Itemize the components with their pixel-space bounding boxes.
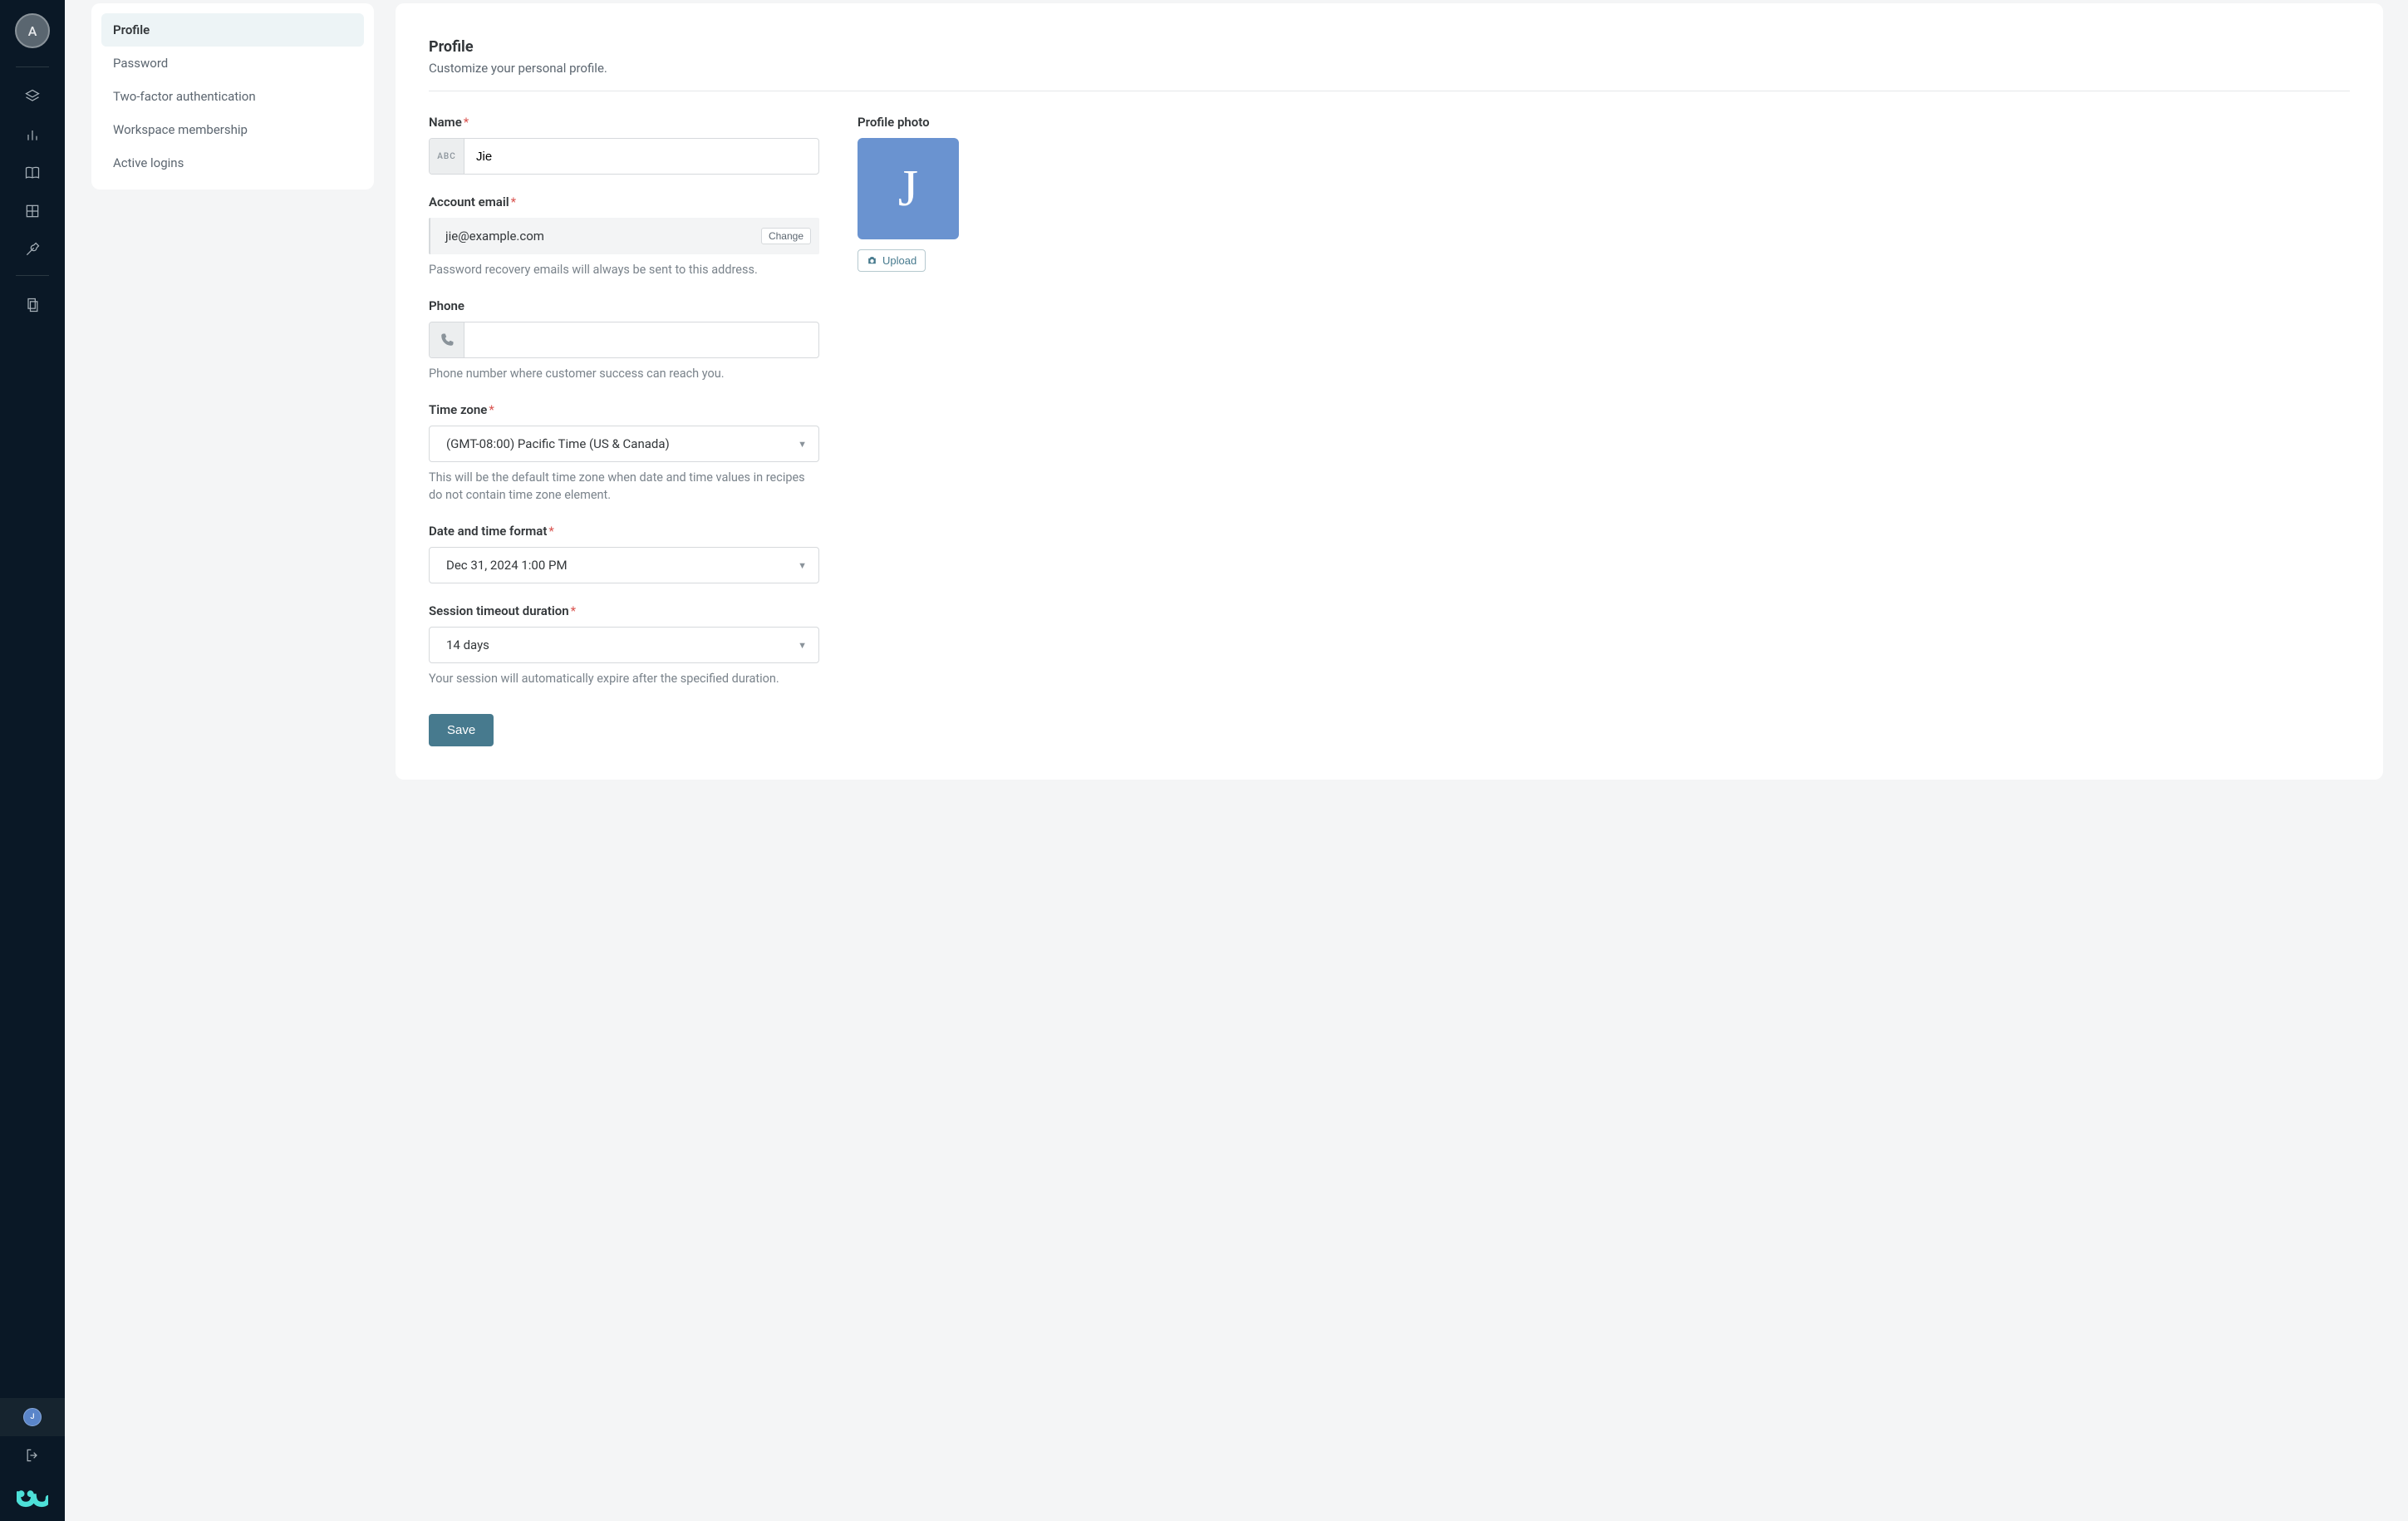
required-marker: * — [571, 603, 576, 618]
name-label: Name* — [429, 115, 819, 130]
user-avatar-small: J — [23, 1408, 42, 1426]
nav-user-profile[interactable]: J — [0, 1398, 65, 1436]
settings-nav-profile[interactable]: Profile — [101, 13, 364, 47]
timezone-select[interactable]: (GMT-08:00) Pacific Time (US & Canada) ▼ — [429, 426, 819, 462]
field-session: Session timeout duration* 14 days ▼ Your… — [429, 603, 819, 687]
settings-nav-label: Active logins — [113, 155, 184, 170]
session-select[interactable]: 14 days ▼ — [429, 627, 819, 663]
upload-label: Upload — [882, 254, 917, 267]
profile-photo: J — [858, 138, 959, 239]
nav-library[interactable] — [0, 154, 65, 192]
settings-nav-label: Password — [113, 56, 168, 71]
nav-data[interactable] — [0, 192, 65, 230]
session-value: 14 days — [446, 637, 798, 652]
email-label: Account email* — [429, 194, 819, 209]
required-marker: * — [464, 115, 469, 130]
settings-nav-password[interactable]: Password — [101, 47, 364, 80]
nav-dashboard[interactable] — [0, 116, 65, 154]
timezone-help: This will be the default time zone when … — [429, 469, 819, 504]
caret-down-icon: ▼ — [798, 560, 807, 571]
settings-nav-workspace[interactable]: Workspace membership — [101, 113, 364, 146]
timezone-label: Time zone* — [429, 402, 819, 417]
field-name: Name* ABC — [429, 115, 819, 175]
photo-initial: J — [898, 160, 918, 219]
brand-logo — [0, 1474, 65, 1521]
text-type-icon: ABC — [430, 139, 464, 174]
settings-nav: Profile Password Two-factor authenticati… — [91, 3, 374, 190]
bar-chart-icon — [24, 126, 41, 143]
email-readonly: jie@example.com Change — [429, 218, 819, 254]
caret-down-icon: ▼ — [798, 439, 807, 450]
nav-logout[interactable] — [0, 1436, 65, 1474]
phone-label: Phone — [429, 298, 819, 313]
timezone-value: (GMT-08:00) Pacific Time (US & Canada) — [446, 436, 798, 451]
phone-help: Phone number where customer success can … — [429, 365, 819, 382]
name-input[interactable] — [464, 139, 818, 174]
sidebar-divider — [16, 66, 49, 67]
field-timezone: Time zone* (GMT-08:00) Pacific Time (US … — [429, 402, 819, 504]
field-phone: Phone Phone number where customer succes… — [429, 298, 819, 382]
save-button[interactable]: Save — [429, 714, 494, 746]
page-subtitle: Customize your personal profile. — [429, 61, 2350, 76]
caret-down-icon: ▼ — [798, 640, 807, 651]
email-value: jie@example.com — [445, 229, 761, 244]
datetime-value: Dec 31, 2024 1:00 PM — [446, 558, 798, 573]
settings-nav-logins[interactable]: Active logins — [101, 146, 364, 180]
grid-icon — [24, 203, 41, 219]
datetime-label: Date and time format* — [429, 524, 819, 539]
book-icon — [24, 165, 41, 181]
nav-projects[interactable] — [0, 77, 65, 116]
workspace-avatar[interactable]: A — [15, 13, 50, 48]
document-icon — [24, 297, 41, 313]
photo-label: Profile photo — [858, 115, 966, 130]
workato-logo-icon — [17, 1488, 48, 1508]
page-title: Profile — [429, 38, 2350, 56]
settings-nav-label: Two-factor authentication — [113, 89, 256, 104]
datetime-select[interactable]: Dec 31, 2024 1:00 PM ▼ — [429, 547, 819, 583]
change-email-button[interactable]: Change — [761, 228, 811, 244]
field-datetime: Date and time format* Dec 31, 2024 1:00 … — [429, 524, 819, 583]
email-help: Password recovery emails will always be … — [429, 261, 819, 278]
required-marker: * — [511, 194, 516, 209]
required-marker: * — [489, 402, 494, 417]
nav-tools[interactable] — [0, 230, 65, 268]
camera-icon — [867, 255, 877, 266]
logout-icon — [24, 1447, 41, 1464]
layers-icon — [24, 88, 41, 105]
phone-input[interactable] — [464, 322, 818, 357]
field-email: Account email* jie@example.com Change Pa… — [429, 194, 819, 278]
settings-nav-2fa[interactable]: Two-factor authentication — [101, 80, 364, 113]
user-avatar-letter: J — [30, 1413, 34, 1421]
session-help: Your session will automatically expire a… — [429, 670, 819, 687]
settings-nav-label: Profile — [113, 22, 150, 37]
workspace-avatar-letter: A — [28, 23, 37, 39]
settings-nav-label: Workspace membership — [113, 122, 248, 137]
sidebar-divider — [16, 275, 49, 276]
session-label: Session timeout duration* — [429, 603, 819, 618]
required-marker: * — [548, 524, 553, 539]
upload-button[interactable]: Upload — [858, 249, 926, 272]
wrench-icon — [24, 241, 41, 258]
profile-card: Profile Customize your personal profile.… — [396, 3, 2383, 780]
main-sidebar: A J — [0, 0, 65, 1521]
phone-icon — [430, 322, 464, 357]
nav-docs[interactable] — [0, 286, 65, 324]
